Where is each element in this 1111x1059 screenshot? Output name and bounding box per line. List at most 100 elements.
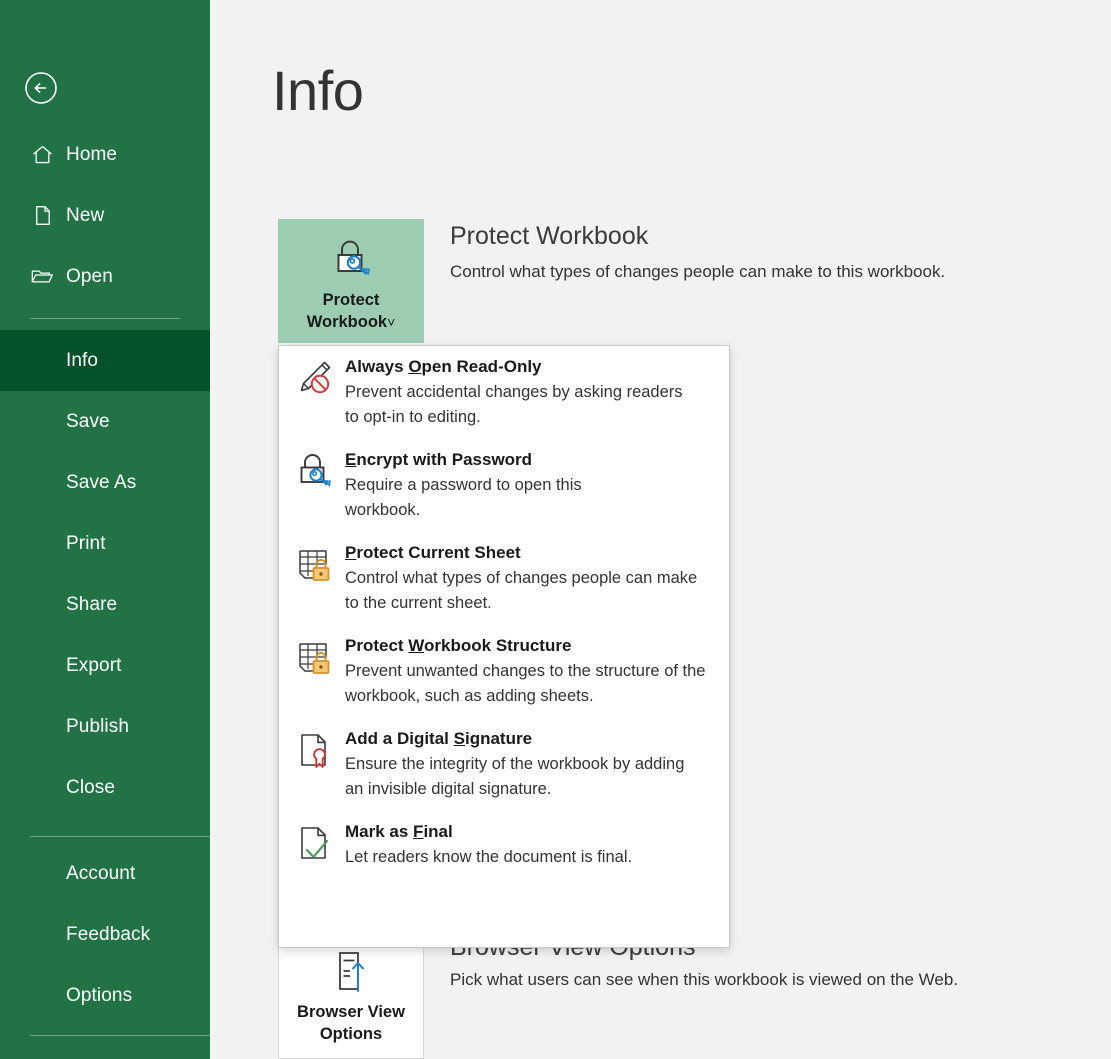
sidebar-top-group: Home New Open [0,124,210,307]
open-folder-icon [30,265,54,289]
sidebar-item-options[interactable]: Options [0,965,210,1026]
browser-view-options-description: Pick what users can see when this workbo… [450,970,958,990]
sidebar-item-label: Print [66,533,106,555]
menu-item-text: Encrypt with Password Require a password… [339,448,715,523]
protect-workbook-label-line1: Protect [323,291,380,309]
menu-item-mark-as-final[interactable]: Mark as Final Let readers know the docum… [279,811,729,879]
sidebar-divider-middle [30,836,210,837]
sidebar-item-account[interactable]: Account [0,843,210,904]
menu-item-text: Add a Digital Signature Ensure the integ… [339,727,715,802]
sidebar-item-home[interactable]: Home [0,124,210,185]
sidebar-item-share[interactable]: Share [0,574,210,635]
backstage-content: Info Protect Workbook˅ Protect Workbook … [210,0,1111,1059]
menu-item-title-post: ignature [465,729,532,748]
menu-item-always-open-read-only[interactable]: Always Open Read-Only Prevent accidental… [279,346,729,439]
menu-item-description: Ensure the integrity of the workbook by … [345,752,697,802]
menu-item-title-post: pen Read-Only [422,357,542,376]
menu-item-text: Always Open Read-Only Prevent accidental… [339,355,715,430]
browser-view-options-button[interactable]: Browser View Options [278,930,424,1059]
sidebar-item-publish[interactable]: Publish [0,696,210,757]
document-signature-icon [293,727,339,771]
sidebar-item-label: Save As [66,472,136,494]
menu-item-title: Encrypt with Password [345,450,532,469]
sidebar-middle-group: Info Save Save As Print Share Export Pub… [0,330,210,818]
menu-item-title-post: inal [423,822,452,841]
new-document-icon [30,204,54,228]
menu-item-title-pre: Protect [345,636,408,655]
menu-item-description: Prevent accidental changes by asking rea… [345,380,697,430]
browser-view-label-line1: Browser View [297,1003,405,1021]
menu-item-accelerator: E [345,450,356,469]
document-check-icon [293,820,339,864]
menu-item-text: Protect Workbook Structure Prevent unwan… [339,634,715,709]
menu-item-title: Protect Workbook Structure [345,636,571,655]
menu-item-accelerator: F [413,822,423,841]
menu-item-accelerator: S [454,729,465,748]
menu-item-accelerator: P [345,543,356,562]
sidebar-item-open[interactable]: Open [0,246,210,307]
sidebar-item-label: Home [66,144,117,166]
sidebar-item-label: Open [66,266,113,288]
back-arrow-icon[interactable] [24,71,58,105]
menu-item-title: Always Open Read-Only [345,357,542,376]
chevron-down-icon[interactable]: ˅ [387,314,395,330]
sidebar-item-new[interactable]: New [0,185,210,246]
sidebar-item-label: Share [66,594,117,616]
browser-view-options-button-label: Browser View Options [297,1001,405,1045]
menu-item-title-post: orkbook Structure [424,636,571,655]
menu-item-accelerator: O [408,357,421,376]
menu-item-title: Add a Digital Signature [345,729,532,748]
page-title: Info [272,58,363,123]
workbook-lock-icon [293,634,339,678]
sidebar-item-label: New [66,205,104,227]
menu-item-title: Mark as Final [345,822,453,841]
sidebar-item-print[interactable]: Print [0,513,210,574]
browser-view-upload-icon [325,947,377,995]
sidebar-item-save-as[interactable]: Save As [0,452,210,513]
sidebar-item-save[interactable]: Save [0,391,210,452]
menu-item-title-pre: Always [345,357,408,376]
menu-item-title: Protect Current Sheet [345,543,521,562]
menu-item-title-post: rotect Current Sheet [356,543,520,562]
sidebar-item-label: Options [66,985,132,1007]
sidebar-item-info[interactable]: Info [0,330,210,391]
excel-backstage-info-view: Home New Open [0,0,1111,1059]
sidebar-item-feedback[interactable]: Feedback [0,904,210,965]
menu-item-title-pre: Mark as [345,822,413,841]
pencil-no-entry-icon [293,355,339,399]
protect-workbook-description: Control what types of changes people can… [450,262,945,282]
sidebar-item-label: Export [66,655,122,677]
menu-item-accelerator: W [408,636,424,655]
sidebar-item-label: Info [66,350,98,372]
menu-item-encrypt-with-password[interactable]: Encrypt with Password Require a password… [279,439,729,532]
sidebar-item-label: Account [66,863,135,885]
sidebar-item-label: Feedback [66,924,150,946]
browser-view-label-line2: Options [320,1025,382,1043]
menu-item-title-pre: Add a Digital [345,729,454,748]
sidebar-item-close[interactable]: Close [0,757,210,818]
home-icon [30,143,54,167]
menu-item-description: Require a password to open this workbook… [345,473,645,523]
menu-item-description: Prevent unwanted changes to the structur… [345,659,713,709]
menu-item-add-digital-signature[interactable]: Add a Digital Signature Ensure the integ… [279,718,729,811]
padlock-key-icon [293,448,339,492]
sidebar-bottom-group: Account Feedback Options [0,843,210,1026]
sidebar-divider-bottom [30,1035,210,1036]
sheet-lock-icon [293,541,339,585]
protect-workbook-label-line2: Workbook [307,313,387,331]
sidebar-item-label: Save [66,411,110,433]
menu-item-protect-current-sheet[interactable]: Protect Current Sheet Control what types… [279,532,729,625]
protect-workbook-button-label: Protect Workbook˅ [307,289,396,333]
menu-item-text: Protect Current Sheet Control what types… [339,541,715,616]
menu-item-protect-workbook-structure[interactable]: Protect Workbook Structure Prevent unwan… [279,625,729,718]
sidebar-item-label: Close [66,777,115,799]
menu-item-description: Let readers know the document is final. [345,845,697,870]
menu-item-title-post: ncrypt with Password [356,450,532,469]
protect-workbook-menu: Always Open Read-Only Prevent accidental… [278,345,730,948]
sidebar-item-export[interactable]: Export [0,635,210,696]
sidebar-divider-top [30,318,180,319]
protect-workbook-button[interactable]: Protect Workbook˅ [278,219,424,343]
sidebar-item-label: Publish [66,716,129,738]
protect-workbook-heading: Protect Workbook [450,222,648,251]
menu-item-text: Mark as Final Let readers know the docum… [339,820,715,870]
